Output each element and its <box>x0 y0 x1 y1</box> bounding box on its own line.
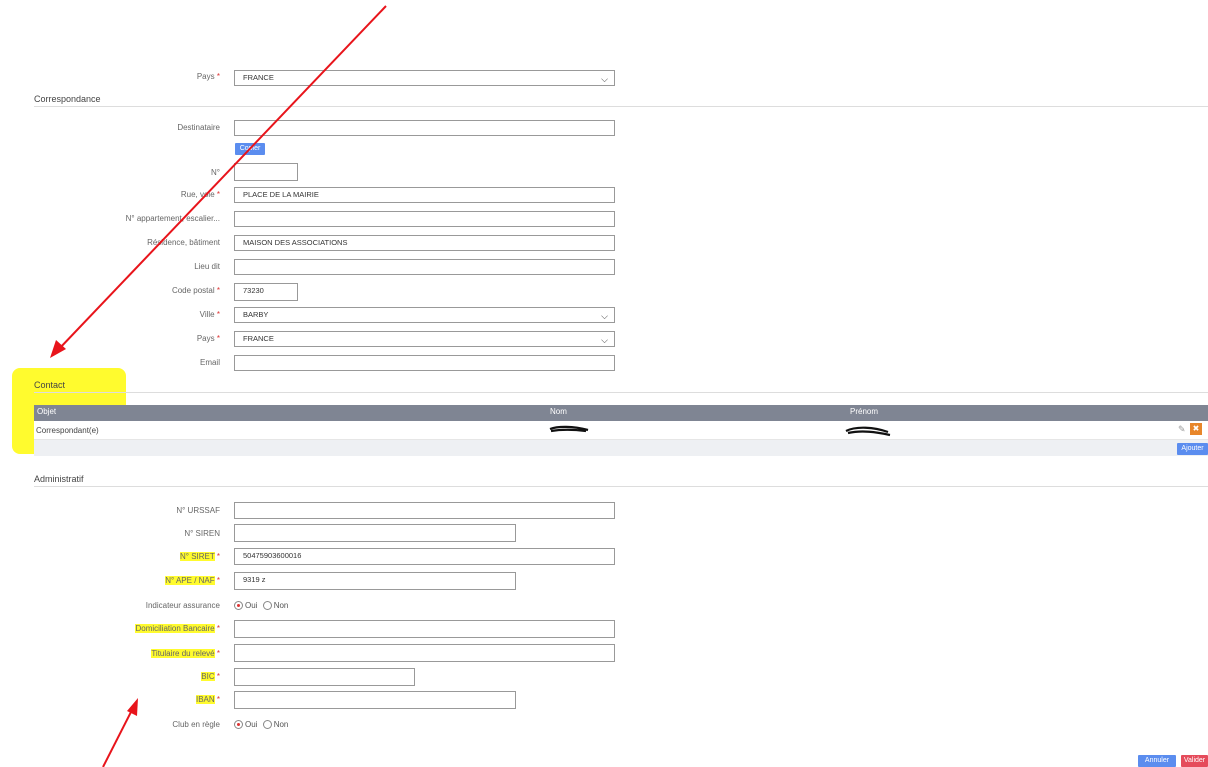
code-postal-label: Code postal * <box>171 286 220 295</box>
radio-checked-icon[interactable] <box>234 720 243 730</box>
ville-select[interactable]: BARBY ⌵ <box>234 307 615 323</box>
radio-checked-icon[interactable] <box>234 601 243 611</box>
lieu-dit-input[interactable] <box>234 259 615 275</box>
destinataire-label: Destinataire <box>177 123 220 132</box>
valider-button[interactable]: Valider <box>1181 755 1208 767</box>
urssaf-label: N° URSSAF <box>176 506 220 515</box>
bic-label: BIC * <box>201 672 220 681</box>
iban-input[interactable] <box>234 691 516 709</box>
table-row[interactable]: Correspondant(e) ✎ ✖ <box>34 421 1208 440</box>
numero-label: N° <box>211 168 220 177</box>
delete-icon[interactable]: ✖ <box>1190 423 1202 435</box>
bic-input[interactable] <box>234 668 415 686</box>
iban-label: IBAN * <box>195 695 220 704</box>
column-prenom: Prénom <box>850 407 879 416</box>
assurance-label: Indicateur assurance <box>145 601 220 610</box>
column-objet: Objet <box>37 407 57 416</box>
club-radio-group[interactable]: Oui Non <box>234 719 288 731</box>
residence-input[interactable]: MAISON DES ASSOCIATIONS <box>234 235 615 251</box>
section-contact: Contact <box>34 380 66 390</box>
ajouter-button[interactable]: Ajouter <box>1177 443 1208 455</box>
pays-label: Pays * <box>196 72 220 81</box>
section-administratif: Administratif <box>34 474 84 484</box>
chevron-down-icon: ⌵ <box>601 335 608 345</box>
chevron-down-icon: ⌵ <box>601 311 608 321</box>
appartement-input[interactable] <box>234 211 615 227</box>
appartement-label: N° appartement, escalier... <box>125 214 220 223</box>
numero-input[interactable] <box>234 163 298 181</box>
destinataire-input[interactable] <box>234 120 615 136</box>
column-nom: Nom <box>550 407 567 416</box>
radio-unchecked-icon[interactable] <box>262 601 272 611</box>
titulaire-input[interactable] <box>234 644 615 662</box>
domiciliation-input[interactable] <box>234 620 615 638</box>
ape-input[interactable]: 9319 z <box>234 572 516 590</box>
lieu-dit-label: Lieu dit <box>194 262 220 271</box>
residence-label: Résidence, bâtiment <box>147 238 220 247</box>
divider <box>34 486 1208 487</box>
siren-label: N° SIREN <box>184 529 220 538</box>
email-input[interactable] <box>234 355 615 371</box>
redacted-scribble <box>845 426 891 437</box>
table-row-empty <box>34 440 1208 456</box>
pays-correspondance-select[interactable]: FRANCE ⌵ <box>234 331 615 347</box>
rue-label: Rue, voie * <box>180 190 220 199</box>
siret-input[interactable]: 50475903600016 <box>234 548 615 565</box>
divider <box>34 392 1208 393</box>
edit-pencil-icon[interactable]: ✎ <box>1178 424 1186 435</box>
row-objet: Correspondant(e) <box>36 426 99 435</box>
urssaf-input[interactable] <box>234 502 615 519</box>
pays-correspondance-label: Pays * <box>196 334 220 343</box>
titulaire-label: Titulaire du relevé * <box>151 649 220 658</box>
annotation-arrow-bottom <box>102 705 135 767</box>
redacted-scribble <box>549 425 589 433</box>
club-label: Club en règle <box>172 720 220 729</box>
assurance-radio-group[interactable]: Oui Non <box>234 600 288 612</box>
contact-table-header: Objet Nom Prénom <box>34 405 1208 421</box>
chevron-down-icon: ⌵ <box>601 74 608 84</box>
siren-input[interactable] <box>234 524 516 542</box>
copier-button[interactable]: Copier <box>235 143 265 155</box>
rue-input[interactable]: PLACE DE LA MAIRIE <box>234 187 615 203</box>
divider <box>34 106 1208 107</box>
pays-select[interactable]: FRANCE ⌵ <box>234 70 615 86</box>
section-correspondance: Correspondance <box>34 94 101 104</box>
radio-unchecked-icon[interactable] <box>262 720 272 730</box>
ville-label: Ville * <box>199 310 220 319</box>
ape-label: N° APE / NAF * <box>165 576 220 585</box>
code-postal-input[interactable]: 73230 <box>234 283 298 301</box>
siret-label: N° SIRET * <box>180 552 220 561</box>
annuler-button[interactable]: Annuler <box>1138 755 1176 767</box>
domiciliation-label: Domiciliation Bancaire * <box>135 624 220 633</box>
